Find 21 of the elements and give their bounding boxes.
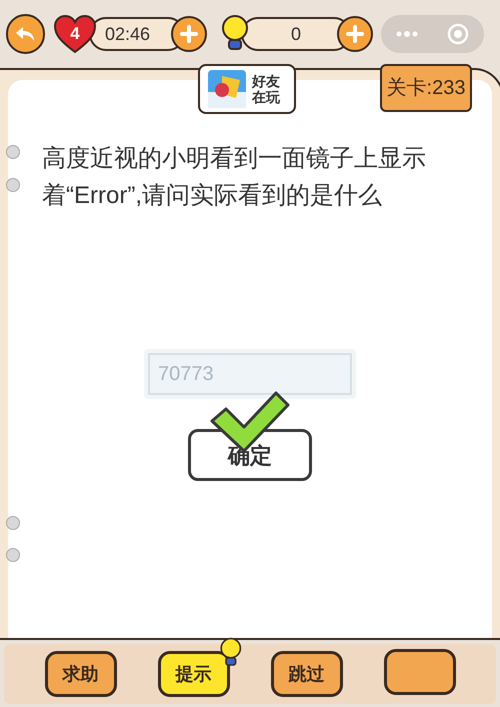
- action-button[interactable]: [384, 648, 456, 694]
- back-arrow-icon: [14, 25, 36, 43]
- plus-button[interactable]: [170, 16, 207, 52]
- hint-button[interactable]: 提示: [158, 651, 230, 697]
- binder-ring-icon: [6, 548, 20, 562]
- plus-icon: [344, 24, 365, 44]
- question-text: 高度近视的小明看到一面镜子上显示着“Error”,请问实际看到的是什么: [42, 144, 427, 211]
- action-button[interactable]: 跳过: [270, 651, 342, 697]
- lives-count: 4: [70, 23, 80, 46]
- game-icon: [208, 70, 246, 108]
- binder-ring-icon: [6, 516, 20, 530]
- binder-ring-icon: [6, 145, 20, 159]
- action-button[interactable]: 求助: [44, 651, 116, 697]
- back-button[interactable]: [6, 14, 45, 54]
- heart-icon: [52, 14, 97, 54]
- level-tag: 关卡:233: [380, 64, 472, 112]
- binder-ring-icon: [6, 178, 20, 192]
- friends-label: 好友在玩: [252, 73, 281, 105]
- plus-button[interactable]: [336, 16, 373, 52]
- friends-badge[interactable]: 好友在玩: [198, 64, 296, 114]
- plus-icon: [178, 24, 199, 44]
